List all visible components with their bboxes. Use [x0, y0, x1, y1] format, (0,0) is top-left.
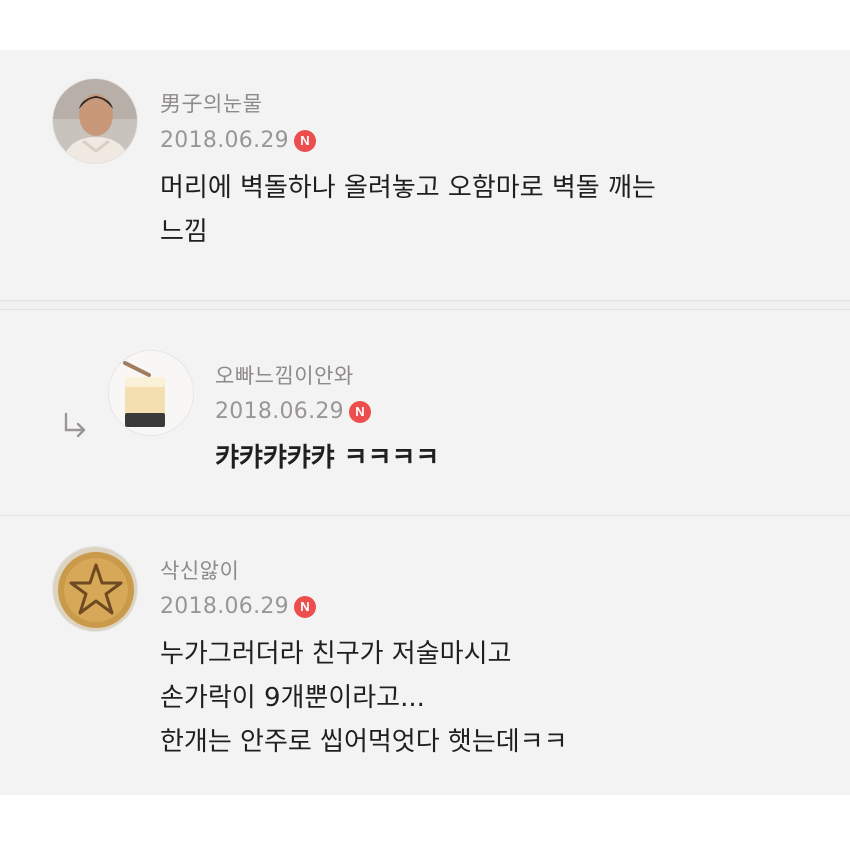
comment-meta: 2018.06.29 N: [215, 399, 371, 424]
comment-line: 누가그러더라 친구가 저술마시고: [160, 639, 512, 669]
comment-meta: 2018.06.29 N: [160, 594, 316, 619]
comment-line: 한개는 안주로 씹어먹엇다 햇는데ㅋㅋ: [160, 727, 568, 757]
reply-arrow-icon: [64, 412, 86, 438]
new-badge-icon: N: [293, 595, 316, 618]
comment-item: 삭신앓이 2018.06.29 N 누가그러더라 친구가 저술마시고 손가락이 …: [0, 518, 850, 795]
avatar[interactable]: [52, 78, 138, 164]
comment-author[interactable]: 삭신앓이: [160, 555, 239, 585]
reply-item: 오빠느낌이안와 2018.06.29 N 캬캬캬캬캬 ㅋㅋㅋㅋ: [0, 310, 850, 515]
comment-body: 누가그러더라 친구가 저술마시고 손가락이 9개뿐이라고... 한개는 안주로 …: [160, 632, 568, 764]
comment-date: 2018.06.29: [160, 594, 289, 619]
comment-line: 느낌: [160, 217, 208, 247]
comment-line: 캬캬캬캬캬 ㅋㅋㅋㅋ: [215, 443, 440, 473]
new-badge-icon: N: [293, 129, 316, 152]
comment-item: 男子의눈물 2018.06.29 N 머리에 벽돌하나 올려놓고 오함마로 벽돌…: [0, 50, 850, 300]
comment-body: 캬캬캬캬캬 ㅋㅋㅋㅋ: [215, 436, 439, 480]
comment-date: 2018.06.29: [160, 128, 289, 153]
avatar[interactable]: [52, 546, 138, 632]
comment-list: 男子의눈물 2018.06.29 N 머리에 벽돌하나 올려놓고 오함마로 벽돌…: [0, 50, 850, 795]
comment-author[interactable]: 男子의눈물: [160, 88, 262, 118]
comment-date: 2018.06.29: [215, 399, 344, 424]
new-badge-icon: N: [348, 400, 371, 423]
avatar[interactable]: [108, 350, 194, 436]
comment-author[interactable]: 오빠느낌이안와: [215, 360, 354, 390]
comment-body: 머리에 벽돌하나 올려놓고 오함마로 벽돌 깨는 느낌: [160, 166, 656, 254]
comment-line: 손가락이 9개뿐이라고...: [160, 683, 425, 713]
comment-line: 머리에 벽돌하나 올려놓고 오함마로 벽돌 깨는: [160, 173, 656, 203]
comment-meta: 2018.06.29 N: [160, 128, 316, 153]
divider: [0, 300, 850, 310]
